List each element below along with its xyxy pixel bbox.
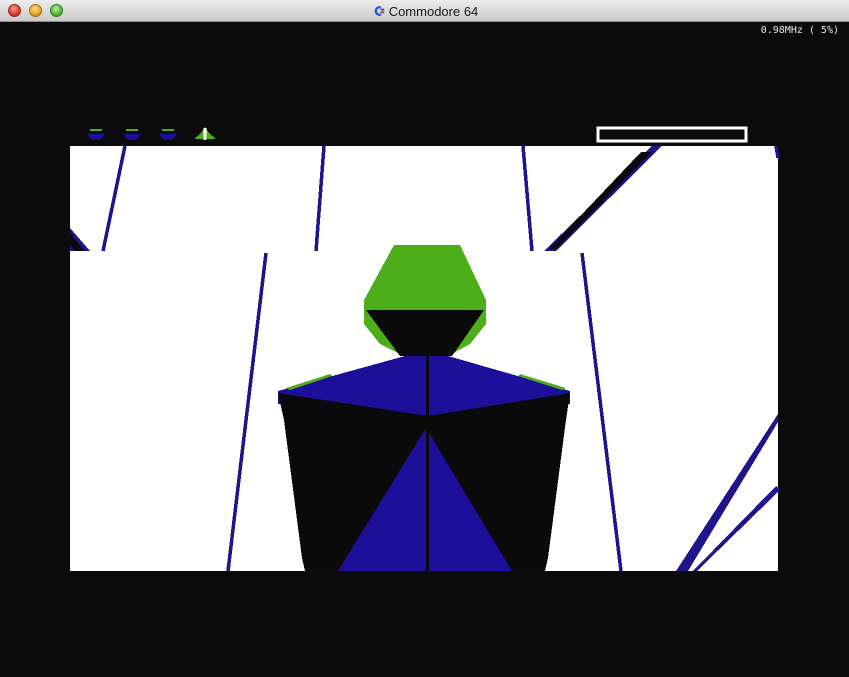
commodore-logo-icon xyxy=(374,6,384,16)
ship-icon xyxy=(159,129,177,140)
ship-icon xyxy=(87,129,105,140)
ship-icon xyxy=(123,129,141,140)
robot-seam xyxy=(426,356,429,571)
window-title-text: Commodore 64 xyxy=(388,3,479,19)
ship-icon xyxy=(194,127,216,140)
energy-bar xyxy=(596,126,748,143)
window-title: Commodore 64 xyxy=(0,0,849,22)
window-titlebar: Commodore 64 xyxy=(0,0,849,22)
lives-indicator xyxy=(87,127,216,140)
playfield xyxy=(70,145,780,572)
game-screen[interactable] xyxy=(0,22,849,677)
